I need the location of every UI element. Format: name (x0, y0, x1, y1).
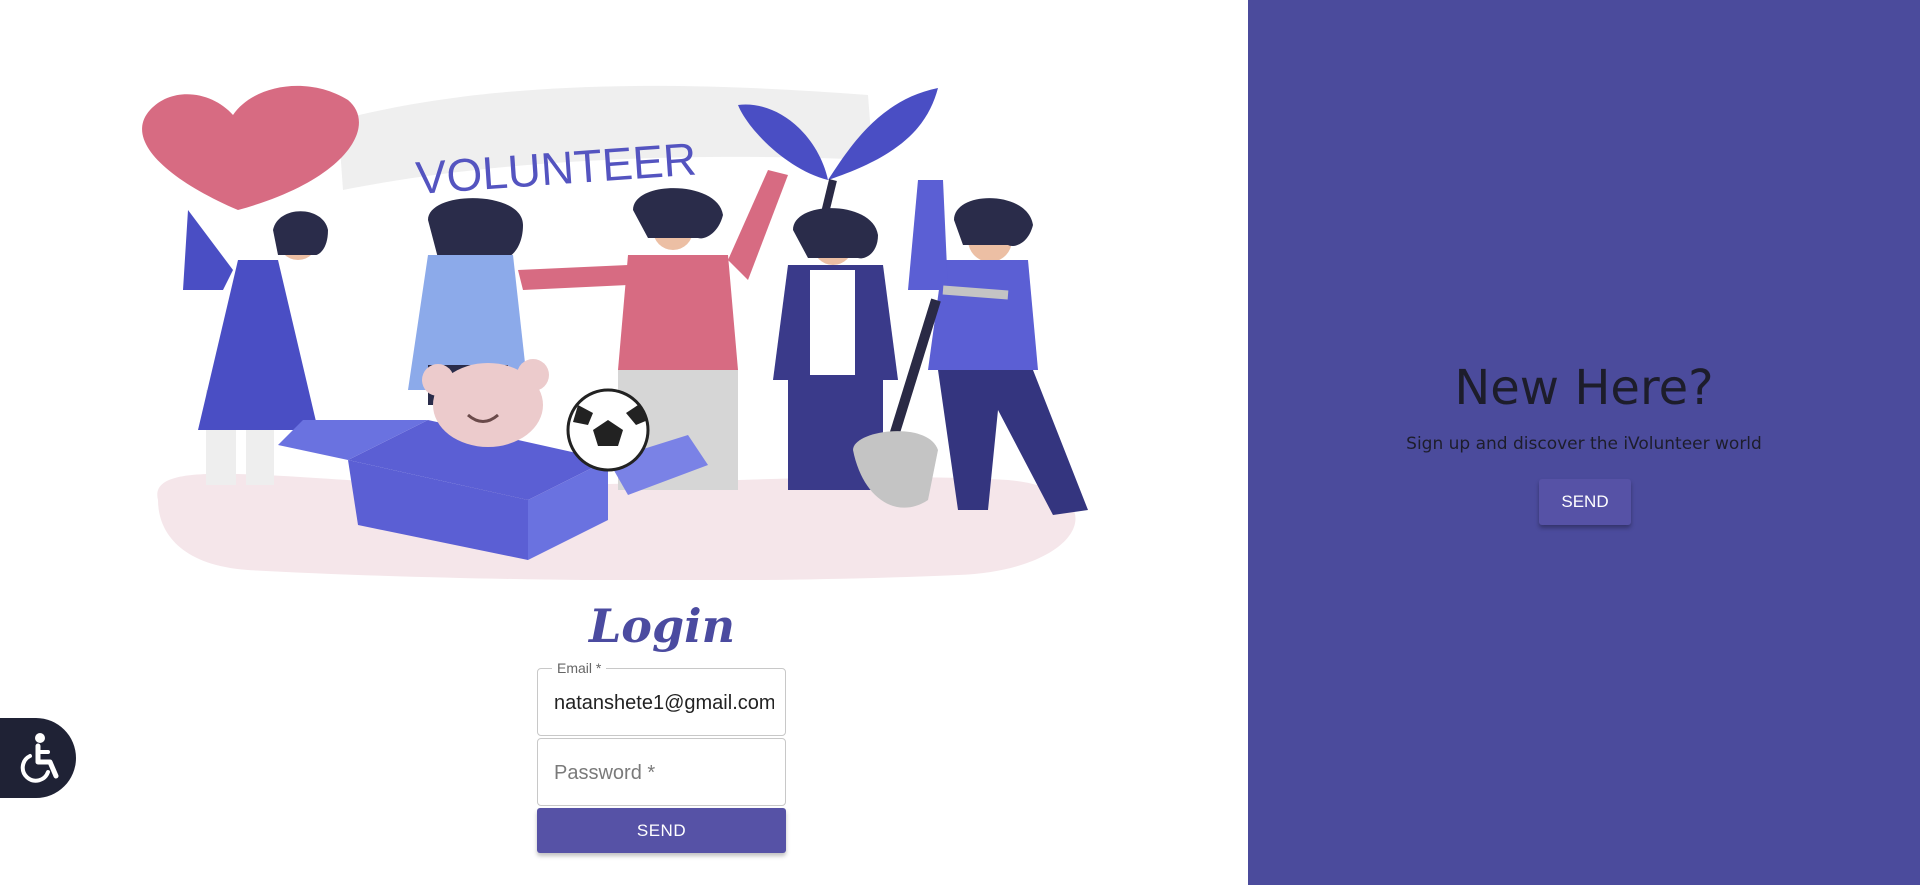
heart-icon (142, 85, 359, 210)
password-input[interactable] (554, 759, 774, 787)
signup-send-button[interactable]: SEND (1539, 479, 1631, 525)
password-field[interactable] (537, 738, 786, 806)
accessibility-button[interactable] (0, 718, 76, 798)
wheelchair-icon (20, 733, 59, 783)
signup-description: Sign up and discover the iVolunteer worl… (1406, 434, 1762, 454)
login-title: Login (588, 599, 736, 653)
email-label: Email * (552, 660, 607, 676)
login-panel: VOLUNTEER Login Email * natanshete1@gmai… (0, 0, 1248, 885)
signup-panel: New Here? Sign up and discover the iVolu… (1248, 0, 1920, 885)
login-send-button[interactable]: SEND (537, 808, 786, 853)
signup-heading: New Here? (1454, 360, 1714, 416)
email-field[interactable]: Email * (537, 660, 786, 736)
page: VOLUNTEER Login Email * natanshete1@gmai… (0, 0, 1920, 885)
volunteer-illustration: VOLUNTEER (142, 85, 1088, 580)
email-input[interactable] (554, 689, 774, 717)
